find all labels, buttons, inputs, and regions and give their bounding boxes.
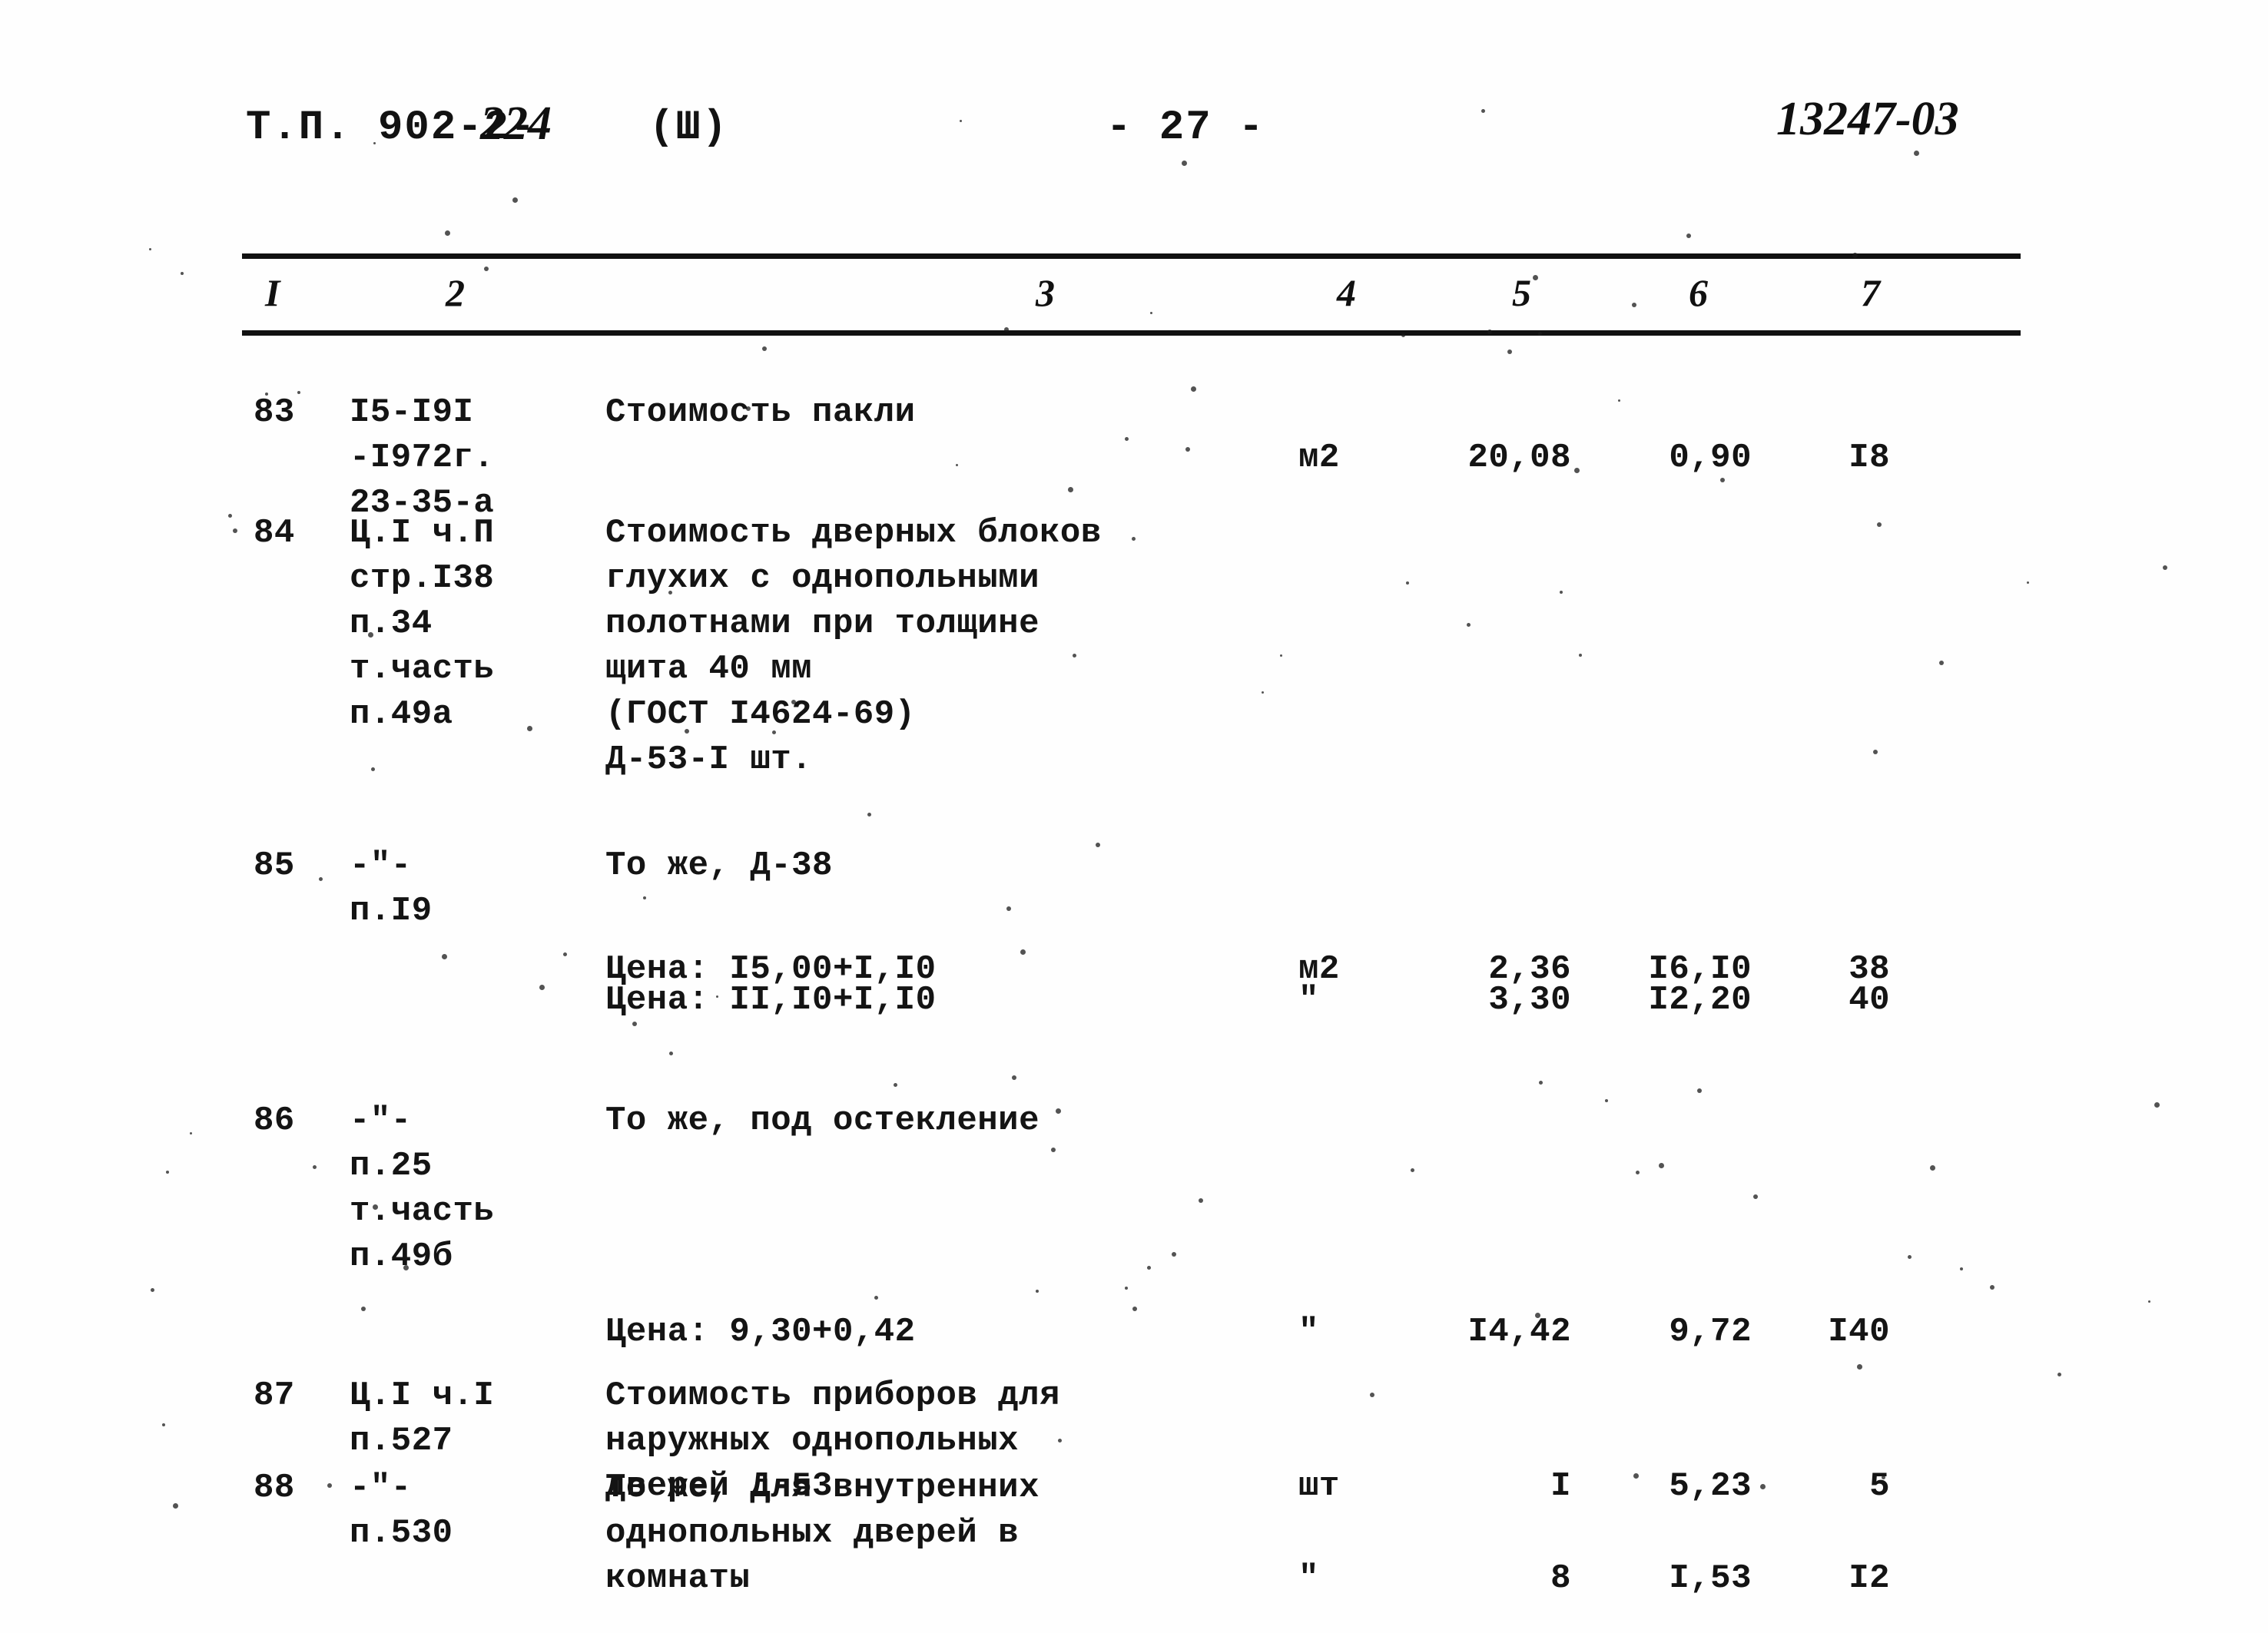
- quantity-cell: 3,30: [1488, 981, 1571, 1019]
- description-line: Стоимость пакли: [605, 393, 916, 432]
- description-line: Стоимость приборов для: [605, 1376, 1060, 1415]
- description-line: однопольных дверей в: [605, 1514, 1020, 1552]
- price-formula-line: Цена: II,I0+I,I0: [605, 981, 937, 1019]
- quantity-cell: 20,08: [1467, 439, 1571, 477]
- reference-line: п.34: [350, 605, 433, 643]
- archive-code-handwritten: 13247-03: [1776, 93, 1959, 145]
- description-line: Д-53-I шт.: [605, 740, 813, 779]
- description-line: (ГОСТ I4624-69): [605, 695, 916, 734]
- reference-line: т.часть: [350, 1192, 495, 1231]
- reference-line: -"-: [350, 1469, 412, 1507]
- description-line: комнаты: [605, 1559, 751, 1598]
- column-number-7: 7: [1861, 271, 1880, 314]
- row-number: 84: [254, 514, 295, 552]
- row-number: 88: [254, 1469, 295, 1507]
- total-cell: 5: [1869, 1467, 1890, 1505]
- column-number-3: 3: [1036, 271, 1055, 314]
- unit-cell: шт: [1298, 1467, 1340, 1505]
- column-number-6: 6: [1689, 271, 1708, 314]
- reference-line: I5-I9I: [350, 393, 474, 432]
- page-number: - 27 -: [1106, 104, 1265, 151]
- table-header-rule: [242, 330, 2021, 336]
- reference-line: -"-: [350, 1101, 412, 1140]
- total-cell: I2: [1849, 1559, 1890, 1598]
- row-number: 86: [254, 1101, 295, 1140]
- quantity-cell: I: [1550, 1467, 1571, 1505]
- description-line: глухих с однопольными: [605, 559, 1040, 598]
- reference-line: п.I9: [350, 892, 433, 930]
- total-cell: 40: [1849, 981, 1890, 1019]
- column-number-1: I: [265, 271, 280, 314]
- row-number: 87: [254, 1376, 295, 1415]
- column-number-4: 4: [1337, 271, 1356, 314]
- row-number: 83: [254, 393, 295, 432]
- description-line: То же, под остекление: [605, 1101, 1040, 1140]
- price-formula-line: Цена: 9,30+0,42: [605, 1313, 916, 1351]
- price-cell: 9,72: [1669, 1313, 1752, 1351]
- price-cell: I2,20: [1648, 981, 1752, 1019]
- reference-line: Ц.I ч.I: [350, 1376, 495, 1415]
- reference-line: п.49а: [350, 695, 453, 734]
- reference-line: Ц.I ч.П: [350, 514, 495, 552]
- row-number: 85: [254, 846, 295, 885]
- unit-cell: ": [1298, 1313, 1319, 1351]
- total-cell: I8: [1849, 439, 1890, 477]
- reference-line: п.25: [350, 1147, 433, 1185]
- reference-line: п.530: [350, 1514, 453, 1552]
- table-top-rule: [242, 253, 2021, 259]
- reference-line: п.527: [350, 1422, 453, 1460]
- reference-line: стр.I38: [350, 559, 495, 598]
- column-number-2: 2: [446, 271, 465, 314]
- unit-cell: ": [1298, 1559, 1319, 1598]
- page-header: Т.П. 902-2- 224 (Ш) - 27 - 13247-03: [0, 91, 2268, 160]
- column-number-5: 5: [1512, 271, 1531, 314]
- description-line: полотнами при толщине: [605, 605, 1040, 643]
- unit-cell: ": [1298, 981, 1319, 1019]
- reference-line: т.часть: [350, 650, 495, 688]
- price-cell: I,53: [1669, 1559, 1752, 1598]
- description-line: То же, для внутренних: [605, 1469, 1040, 1507]
- unit-cell: м2: [1298, 439, 1340, 477]
- total-cell: I40: [1828, 1313, 1890, 1351]
- price-cell: 5,23: [1669, 1467, 1752, 1505]
- reference-line: п.49б: [350, 1237, 453, 1276]
- description-line: Стоимость дверных блоков: [605, 514, 1102, 552]
- reference-line: -I972г.: [350, 439, 495, 477]
- description-line: щита 40 мм: [605, 650, 813, 688]
- price-cell: 0,90: [1669, 439, 1752, 477]
- quantity-cell: I4,42: [1467, 1313, 1571, 1351]
- description-line: То же, Д-38: [605, 846, 833, 885]
- scanned-document-page: Т.П. 902-2- 224 (Ш) - 27 - 13247-03 I 2 …: [0, 0, 2268, 1633]
- quantity-cell: 8: [1550, 1559, 1571, 1598]
- description-line: наружных однопольных: [605, 1422, 1020, 1460]
- document-series: (Ш): [649, 104, 729, 151]
- document-code-handwritten: 224: [480, 98, 552, 150]
- reference-line: -"-: [350, 846, 412, 885]
